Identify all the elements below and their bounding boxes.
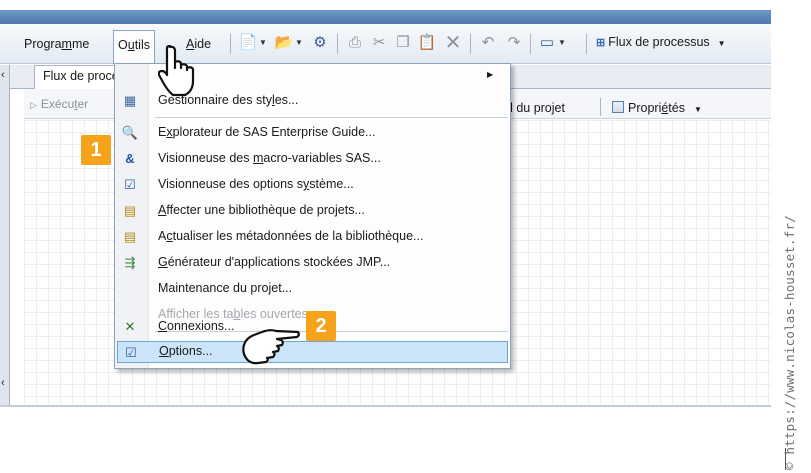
menu-programme-label-a: Progra [24,37,62,51]
label-part: G [158,255,168,269]
label-part: onnexions... [167,319,235,333]
label-part: énérateur d'applications stockées JMP... [167,255,391,269]
run-button[interactable]: ▷ Exécuter [30,97,88,111]
style-manager-icon: ▦ [123,93,137,108]
menu-programme-label-b: m [61,37,72,51]
connections-icon: ✕ [124,319,136,334]
menu-programme[interactable]: Programme [20,34,93,56]
menu-separator [155,117,508,118]
menu-item-explorateur[interactable]: 🔍 Explorateur de SAS Enterprise Guide... [115,122,510,144]
menu-item-options[interactable]: ☑ Options... [117,341,508,363]
window-layout-icon[interactable]: ▭ [536,32,558,54]
window-layout-dropdown-icon[interactable]: ▼ [558,32,566,54]
redo-icon[interactable]: ↷ [503,32,525,54]
hand-cursor-icon [158,45,195,97]
menu-item-affecter-bibliotheque[interactable]: ▤ Affecter une bibliothèque de projets..… [115,200,510,222]
label-part: O [159,344,169,358]
run-label-a: Exécu [40,97,75,111]
step-badge-2: 2 [306,311,336,341]
menu-outils-label-c: tils [134,38,150,52]
update-metadata-icon: ▤ [123,229,137,244]
chevron-down-icon: ▼ [693,105,702,114]
flux-de-processus-button[interactable]: ⊞ Flux de processus ▼ [596,35,726,49]
menu-outils-label-a: O [118,38,128,52]
run-label-c: er [77,97,89,111]
run-arrow-icon: ▷ [30,100,37,110]
open-dropdown-icon[interactable]: ▼ [295,32,303,54]
label-part: C [158,319,168,333]
cut-icon[interactable]: ✂ [368,32,390,54]
menu-programme-label-c: me [71,37,90,51]
props-label-c: tés [668,101,685,115]
menu-item-macro-variables[interactable]: & Visionneuse des macro-variables SAS... [115,148,510,170]
menu-item-label: Affecter une bibliothèque de projets... [158,203,365,217]
new-dropdown-icon[interactable]: ▼ [259,32,267,54]
collapse-panel-bottom-icon[interactable]: ‹ [1,377,5,389]
menu-item-label: Explorateur de SAS Enterprise Guide... [158,125,375,139]
open-icon[interactable]: 📂 [273,32,295,54]
chevron-down-icon: ▼ [717,39,726,48]
toolbar-separator [337,34,338,54]
menu-item-label: Visionneuse des options système... [158,177,354,191]
label-part: stème... [309,177,354,191]
menu-item-label: Générateur d'applications stockées JMP..… [158,255,390,269]
toolbar-separator [600,98,601,116]
pointing-hand-cursor-icon [242,329,300,365]
flux-de-processus-label: Flux de processus [608,35,710,49]
watermark-text: © https://www.nicolas-housset.fr/ [782,215,797,470]
menu-item-maintenance-projet[interactable]: Maintenance du projet... [115,278,510,300]
menu-outils-label-b: u [127,38,135,52]
watermark-divider [785,448,786,470]
label-part: es... [274,93,299,107]
label-part: Visionneuse des [158,151,253,165]
label-part: tualiser les métadonnées de la bibliothè… [172,229,424,243]
menu-item-generateur-jmp[interactable]: ⇶ Générateur d'applications stockées JMP… [115,252,510,274]
label-part: Visionneuse des options s [158,177,304,191]
sas-server-icon[interactable]: ⚙ [309,32,331,54]
label-part: plorateur de SAS Enterprise Guide... [172,125,376,139]
toolbar-separator [586,34,587,54]
properties-icon [612,101,624,113]
options-icon: ☑ [125,345,137,360]
tab-label: Flux de proce [43,69,119,83]
label-part: ptions... [168,344,213,358]
delete-icon[interactable]: ✕ [442,32,464,54]
print-icon[interactable]: ⎙ [344,32,366,54]
undo-icon[interactable]: ↶ [477,32,499,54]
step-badge-1: 1 [81,135,111,165]
toolbar-separator [230,34,231,54]
menu-item-options-systeme[interactable]: ☑ Visionneuse des options système... [115,174,510,196]
system-options-icon: ☑ [124,177,136,192]
proprietes-button[interactable]: Propriétés ▼ [612,101,702,115]
new-icon[interactable]: 📄 [237,32,259,54]
menubar: Programme Outils Aide 📄 ▼ 📂 ▼ ⚙ ⎙ ✂ ❐ 📋 … [0,24,771,64]
jmp-generator-icon: ⇶ [124,255,136,270]
label-part: m [252,151,264,165]
window-title-strip [0,10,771,24]
macro-variables-icon: & [125,151,135,166]
menu-item-label: Actualiser les métadonnées de la bibliot… [158,229,423,243]
copy-icon[interactable]: ❐ [392,32,414,54]
menu-outils[interactable]: Outils [113,30,155,64]
menu-item-label: Visionneuse des macro-variables SAS... [158,151,381,165]
menu-item-actualiser-metadonnees[interactable]: ▤ Actualiser les métadonnées de la bibli… [115,226,510,248]
menu-item-label: Connexions... [158,319,234,333]
horizontal-splitter[interactable] [0,405,771,407]
explorer-icon: 🔍 [121,125,139,140]
label-part: ffecter une bibliothèque de projets... [166,203,365,217]
collapse-panel-top-icon[interactable]: ‹ [1,69,5,81]
label-part: acro-variables SAS... [263,151,381,165]
paste-icon[interactable]: 📋 [416,32,438,54]
menu-item-label: Options... [159,344,213,358]
process-flow-icon: ⊞ [596,37,606,49]
menu-item-label: Maintenance du projet... [158,281,293,295]
submenu-arrow-icon[interactable]: ▶ [487,70,493,79]
assign-library-icon: ▤ [123,203,137,218]
props-label-a: Propri [628,101,662,115]
left-side-panel: ‹ ‹ [0,65,10,405]
toolbar-separator [470,34,471,54]
toolbar-separator [530,34,531,54]
